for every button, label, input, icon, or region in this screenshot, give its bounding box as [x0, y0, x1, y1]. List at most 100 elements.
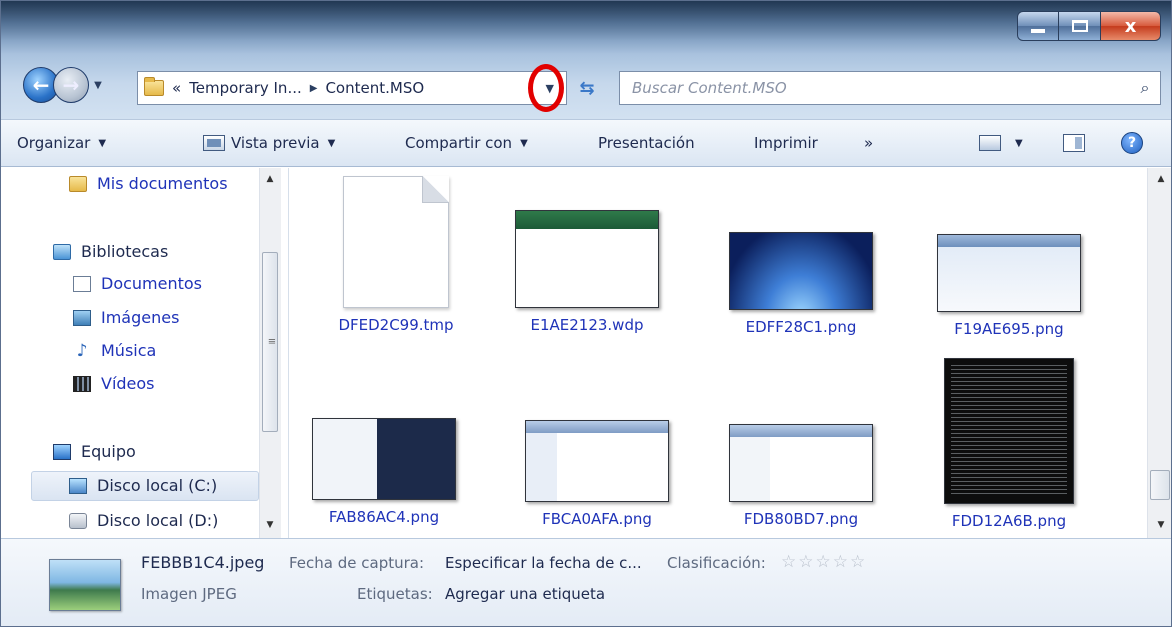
chevron-down-icon: ▼ [94, 79, 102, 91]
breadcrumb-separator-icon[interactable]: ▶ [310, 83, 318, 94]
nav-item-videos[interactable]: Vídeos [73, 374, 155, 393]
nav-item-disco-c[interactable]: Disco local (C:) [69, 476, 217, 495]
nav-item-bibliotecas[interactable]: Bibliotecas [53, 242, 168, 261]
search-box[interactable]: Buscar Content.MSO ⌕ [619, 71, 1161, 105]
slideshow-button[interactable]: Presentación [598, 134, 695, 152]
date-taken-value[interactable]: Especificar la fecha de c... [445, 554, 642, 572]
scroll-up-icon[interactable]: ▲ [260, 174, 280, 184]
highlight-circle [528, 64, 564, 112]
navigation-buttons: ← → ▼ [23, 67, 105, 103]
print-button[interactable]: Imprimir [754, 134, 818, 152]
nav-item-label: Vídeos [101, 374, 155, 393]
command-prompt-thumbnail [944, 358, 1074, 504]
explorer-thumbnail [525, 420, 669, 502]
print-label: Imprimir [754, 134, 818, 152]
pictures-icon [73, 309, 91, 326]
nav-item-mis-documentos[interactable]: Mis documentos [69, 174, 228, 193]
caption-buttons: x [1017, 11, 1161, 41]
tags-value[interactable]: Agregar una etiqueta [445, 585, 605, 603]
nav-item-imagenes[interactable]: Imágenes [73, 308, 179, 327]
file-name: FDD12A6B.png [951, 512, 1067, 530]
file-item[interactable]: FDD12A6B.png [934, 358, 1084, 530]
close-button[interactable]: x [1101, 11, 1161, 41]
maximize-icon [1071, 20, 1088, 32]
preview-pane-icon [1063, 134, 1085, 152]
file-item[interactable]: EDFF28C1.png [726, 232, 876, 336]
breadcrumb-overflow-button[interactable]: « [172, 79, 181, 97]
file-item[interactable]: FDB80BD7.png [726, 424, 876, 528]
forward-button[interactable]: → [53, 67, 89, 103]
desktop-thumbnail [729, 232, 873, 310]
organize-label: Organizar [17, 134, 91, 152]
blank-file-icon [343, 176, 449, 308]
slideshow-label: Presentación [598, 134, 695, 152]
explorer-window: x ← → ▼ « Temporary In... ▶ Content.MSO … [0, 0, 1172, 627]
scroll-down-icon[interactable]: ▼ [1148, 520, 1171, 530]
drive-icon [69, 512, 87, 529]
run-dialog-thumbnail [937, 234, 1081, 312]
navigation-pane: Mis documentos Bibliotecas Documentos Im… [1, 168, 289, 538]
details-pane: FEBBB1C4.jpeg Imagen JPEG Fecha de captu… [1, 538, 1171, 626]
help-button[interactable]: ? [1121, 132, 1143, 154]
nav-item-label: Música [101, 341, 157, 360]
tags-label: Etiquetas: [357, 585, 433, 603]
breadcrumb-item-temporary[interactable]: Temporary In... [189, 79, 302, 97]
scrollbar-thumb[interactable] [1150, 470, 1170, 500]
nav-item-documentos[interactable]: Documentos [73, 274, 202, 293]
file-item[interactable]: E1AE2123.wdp [512, 210, 662, 334]
change-view-button[interactable]: ▼ [979, 135, 1023, 151]
nav-item-musica[interactable]: ♪ Música [73, 340, 157, 361]
minimize-button[interactable] [1017, 11, 1059, 41]
folder-icon [144, 77, 164, 96]
back-arrow-icon: ← [32, 73, 50, 97]
share-with-button[interactable]: Compartir con ▼ [405, 134, 528, 152]
help-icon: ? [1121, 132, 1143, 154]
file-name: FBCA0AFA.png [542, 510, 652, 528]
music-icon: ♪ [76, 340, 88, 361]
rating-stars-icon[interactable]: ☆☆☆☆☆ [781, 552, 867, 572]
document-icon [73, 275, 91, 292]
command-bar: Organizar ▼ Vista previa ▼ Compartir con ▼ … [1, 119, 1171, 167]
refresh-button[interactable]: ⇆ [573, 75, 601, 101]
nav-item-label: Bibliotecas [81, 242, 169, 261]
preview-button[interactable]: Vista previa ▼ [203, 134, 335, 152]
maximize-button[interactable] [1059, 11, 1101, 41]
navigation-scrollbar[interactable]: ▲ ≡ ▼ [259, 168, 281, 538]
chevron-down-icon: ▼ [98, 137, 107, 149]
address-bar[interactable]: « Temporary In... ▶ Content.MSO ▼ [137, 71, 567, 105]
breadcrumb-item-content-mso[interactable]: Content.MSO [325, 79, 424, 97]
scroll-up-icon[interactable]: ▲ [1148, 174, 1171, 184]
preview-label: Vista previa [231, 134, 320, 152]
file-item[interactable]: F19AE695.png [934, 234, 1084, 338]
search-input[interactable]: Buscar Content.MSO [620, 79, 1130, 97]
file-name: EDFF28C1.png [745, 318, 857, 336]
nav-item-label: Disco local (D:) [97, 511, 219, 530]
scrollbar-thumb[interactable]: ≡ [262, 252, 278, 432]
date-taken-label: Fecha de captura: [289, 554, 425, 572]
organize-button[interactable]: Organizar ▼ [17, 134, 106, 152]
dialog-thumbnail [515, 210, 659, 308]
video-icon [73, 375, 91, 392]
nav-item-label: Disco local (C:) [97, 476, 218, 495]
nav-item-disco-d[interactable]: Disco local (D:) [69, 511, 218, 530]
file-item[interactable]: FBCA0AFA.png [522, 420, 672, 528]
file-name: DFED2C99.tmp [338, 316, 454, 334]
file-item[interactable]: DFED2C99.tmp [330, 176, 462, 334]
more-commands-button[interactable]: » [864, 134, 873, 152]
rating-label: Clasificación: [667, 554, 766, 572]
file-name: FDB80BD7.png [743, 510, 859, 528]
more-commands-icon: » [864, 134, 874, 152]
file-name: E1AE2123.wdp [530, 316, 644, 334]
selected-file-type: Imagen JPEG [141, 585, 237, 603]
file-view-scrollbar[interactable]: ▲ ▼ [1147, 168, 1171, 538]
selected-file-thumbnail [49, 559, 121, 611]
scroll-down-icon[interactable]: ▼ [260, 520, 280, 530]
preview-pane-button[interactable] [1063, 134, 1085, 152]
views-icon [979, 135, 1001, 151]
nav-item-equipo[interactable]: Equipo [53, 442, 136, 461]
chevron-down-icon: ▼ [327, 137, 336, 149]
search-icon[interactable]: ⌕ [1130, 78, 1160, 98]
start-menu-thumbnail [312, 418, 456, 500]
file-item[interactable]: FAB86AC4.png [304, 418, 464, 526]
recent-pages-button[interactable]: ▼ [91, 80, 105, 91]
